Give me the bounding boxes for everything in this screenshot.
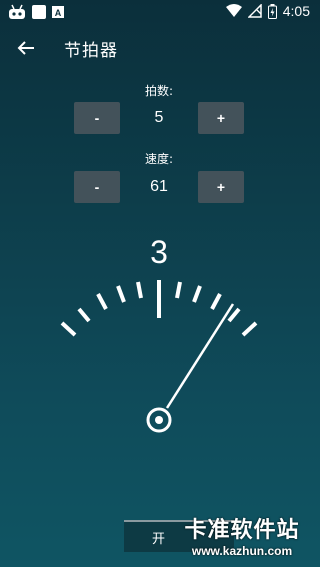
tempo-label: 速度: <box>144 152 174 166</box>
watermark: 卡准软件站 www.kazhun.com <box>166 512 318 558</box>
watermark-url: www.kazhun.com <box>191 544 293 558</box>
status-time: 4:05 <box>282 3 310 19</box>
a-icon: A <box>52 6 64 18</box>
arrow-left-icon <box>17 41 34 55</box>
watermark-title: 卡准软件站 <box>184 518 300 543</box>
dial-tick <box>116 285 126 303</box>
no-signal-icon <box>247 4 262 18</box>
dial-tick <box>241 321 258 337</box>
current-beat-number: 3 <box>150 234 168 270</box>
tempo-plus-button[interactable]: + <box>198 171 244 203</box>
pivot-circle-icon <box>146 407 172 433</box>
pendulum-needle <box>165 303 235 409</box>
android-icon <box>9 4 25 19</box>
dial-tick <box>210 293 222 310</box>
dial-tick <box>136 281 143 299</box>
app-bar: 节拍器 <box>0 24 318 70</box>
status-bar: A 4:05 <box>0 0 318 24</box>
dial-ticks <box>60 280 258 337</box>
beats-value: 5 <box>154 109 164 126</box>
back-button[interactable] <box>12 34 40 62</box>
dial-tick <box>60 321 77 337</box>
system-icons: 4:05 <box>225 3 310 19</box>
beats-label: 拍数: <box>144 84 174 98</box>
dial-tick <box>96 293 108 310</box>
svg-text:A: A <box>55 8 62 18</box>
start-button-label: 开 <box>152 531 166 547</box>
tempo-minus-button[interactable]: - <box>74 171 120 203</box>
tempo-value: 61 <box>150 178 168 195</box>
dial-tick <box>77 307 91 323</box>
dial-tick <box>227 307 241 323</box>
beats-plus-button[interactable]: + <box>198 102 244 134</box>
notification-icons: A <box>8 4 64 20</box>
square-icon <box>32 5 46 19</box>
wifi-icon <box>225 4 242 17</box>
beats-minus-button[interactable]: - <box>74 102 120 134</box>
metronome-dial <box>60 280 258 433</box>
dial-tick <box>192 285 202 303</box>
battery-icon <box>267 3 277 19</box>
page-title: 节拍器 <box>64 41 118 61</box>
dial-tick <box>175 281 182 299</box>
